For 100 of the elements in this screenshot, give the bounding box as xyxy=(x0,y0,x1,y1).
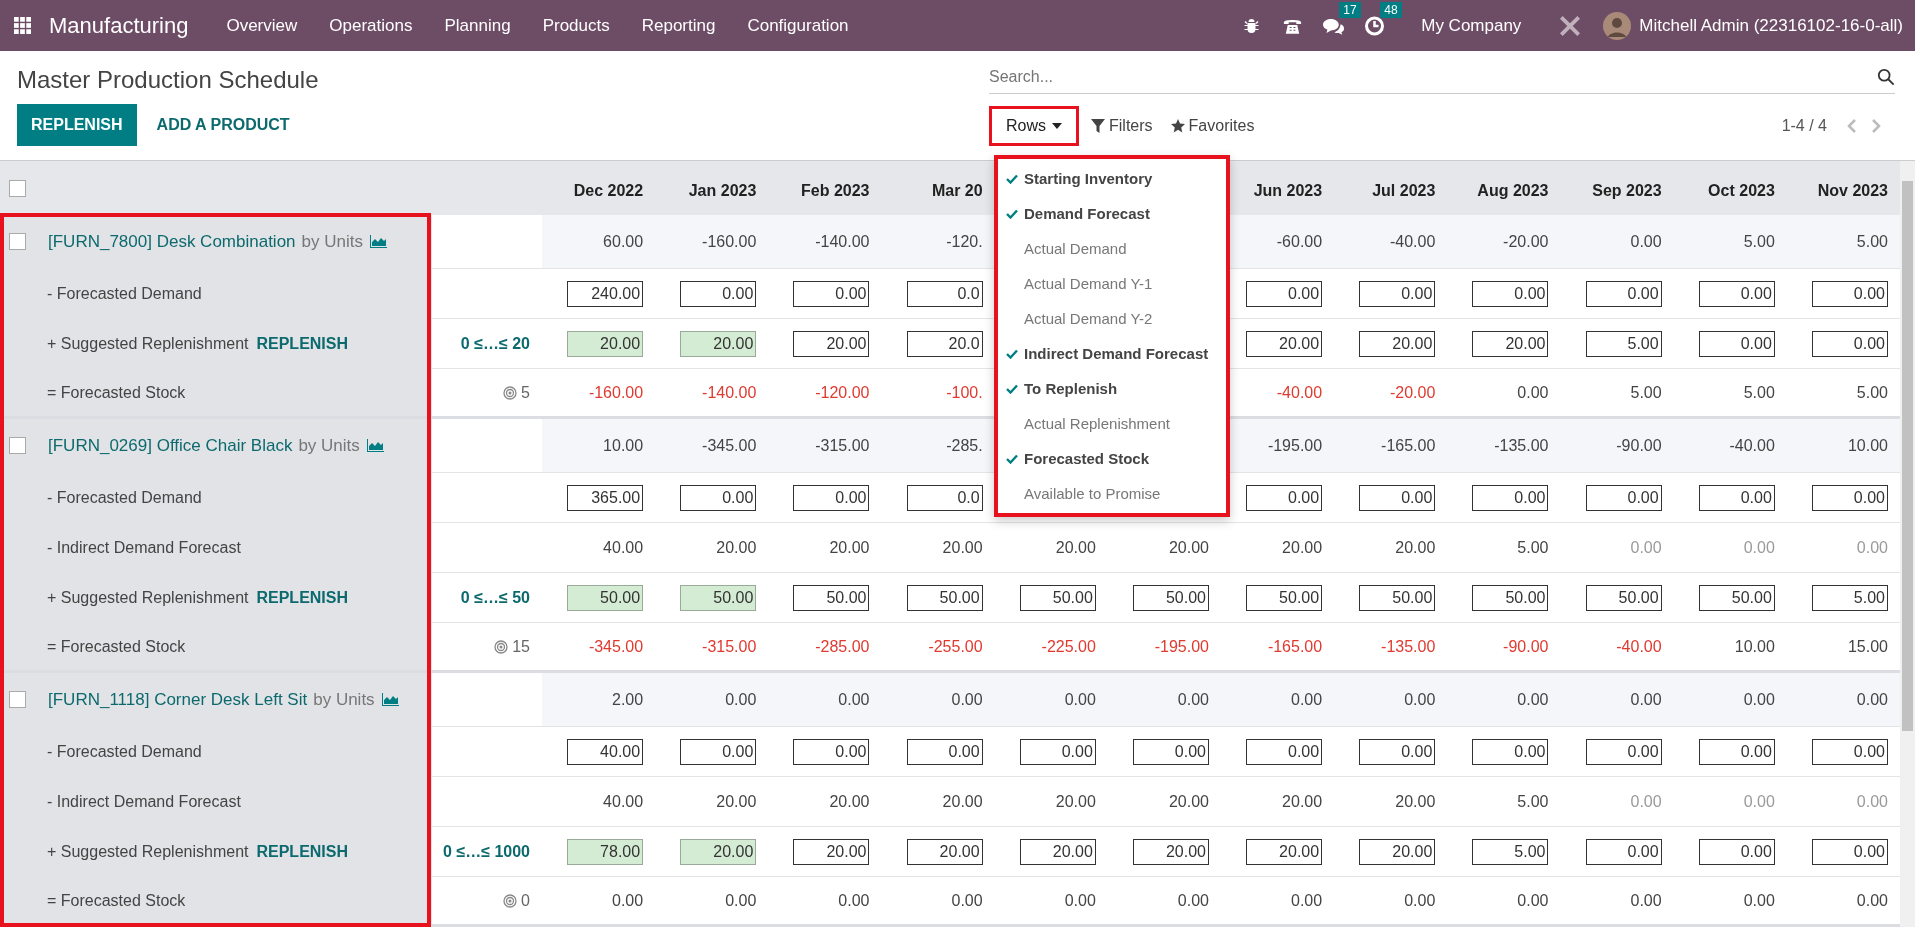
quantity-field[interactable]: 0.00 xyxy=(1133,738,1209,765)
min-max-range[interactable]: 0 ≤…≤ 50 xyxy=(460,588,530,607)
avatar[interactable] xyxy=(1603,11,1632,40)
apps-menu-icon[interactable] xyxy=(14,17,31,34)
user-menu[interactable]: Mitchell Admin (22316102-16-0-all) xyxy=(1639,15,1903,36)
quantity-field[interactable]: 5.00 xyxy=(1812,584,1888,611)
quantity-field[interactable]: 50.00 xyxy=(1585,584,1662,611)
quantity-field[interactable]: 20.00 xyxy=(1133,838,1209,865)
quantity-field[interactable]: 0.00 xyxy=(680,484,757,511)
row-checkbox[interactable] xyxy=(9,437,26,454)
quantity-field[interactable]: 20.00 xyxy=(1359,330,1436,357)
area-chart-icon[interactable] xyxy=(369,234,387,249)
quantity-field[interactable]: 0.0 xyxy=(906,280,983,307)
filters-button[interactable]: Filters xyxy=(1085,116,1159,136)
quantity-field[interactable]: 40.00 xyxy=(567,738,644,765)
quantity-field[interactable]: 50.00 xyxy=(1246,584,1323,611)
nav-menu-item[interactable]: Products xyxy=(542,15,610,36)
quantity-field[interactable]: 0.00 xyxy=(1585,838,1662,865)
quantity-field[interactable]: 0.0 xyxy=(906,484,983,511)
quantity-field[interactable]: 20.00 xyxy=(793,838,870,865)
quantity-field[interactable]: 50.00 xyxy=(1133,584,1209,611)
quantity-field[interactable]: 0.00 xyxy=(793,484,870,511)
quantity-field[interactable]: 0.00 xyxy=(906,738,983,765)
quantity-field[interactable]: 20.00 xyxy=(1246,330,1323,357)
row-checkbox[interactable] xyxy=(9,233,26,250)
quantity-field[interactable]: 0.00 xyxy=(680,280,757,307)
quantity-field[interactable]: 240.00 xyxy=(567,280,644,307)
replenish-link[interactable]: REPLENISH xyxy=(256,334,349,353)
quantity-field[interactable]: 0.00 xyxy=(1698,484,1775,511)
quantity-field[interactable]: 0.00 xyxy=(1472,738,1549,765)
suggested-quantity-field[interactable]: 50.00 xyxy=(680,584,757,611)
favorites-button[interactable]: Favorites xyxy=(1164,116,1261,136)
quantity-field[interactable]: 0.00 xyxy=(1698,838,1775,865)
quantity-field[interactable]: 0.00 xyxy=(1472,484,1549,511)
min-max-range[interactable]: 0 ≤…≤ 1000 xyxy=(443,842,530,861)
quantity-field[interactable]: 0.00 xyxy=(1812,280,1888,307)
area-chart-icon[interactable] xyxy=(365,438,384,453)
nav-menu-item[interactable]: Reporting xyxy=(641,15,716,36)
next-icon[interactable] xyxy=(1871,118,1881,134)
menu-item[interactable]: Starting Inventory xyxy=(998,161,1226,196)
quantity-field[interactable]: 0.00 xyxy=(1246,280,1323,307)
quantity-field[interactable]: 0.00 xyxy=(1246,738,1323,765)
quantity-field[interactable]: 0.00 xyxy=(1585,280,1662,307)
quantity-field[interactable]: 50.00 xyxy=(1698,584,1775,611)
product-link[interactable]: [FURN_7800] Desk Combination xyxy=(48,231,296,252)
quantity-field[interactable]: 0.00 xyxy=(793,738,870,765)
nav-menu-item[interactable]: Operations xyxy=(329,15,413,36)
min-max-range[interactable]: 0 ≤…≤ 20 xyxy=(460,334,530,353)
quantity-field[interactable]: 0.00 xyxy=(1359,280,1436,307)
suggested-quantity-field[interactable]: 20.00 xyxy=(680,838,757,865)
quantity-field[interactable]: 50.00 xyxy=(906,584,983,611)
rows-button[interactable]: Rows xyxy=(989,106,1079,146)
suggested-quantity-field[interactable]: 50.00 xyxy=(567,584,644,611)
previous-icon[interactable] xyxy=(1847,118,1857,134)
nav-menu-item[interactable]: Configuration xyxy=(747,15,849,36)
quantity-field[interactable]: 0.00 xyxy=(1698,280,1775,307)
quantity-field[interactable]: 0.00 xyxy=(680,738,757,765)
company-switcher[interactable]: My Company xyxy=(1421,15,1522,36)
quantity-field[interactable]: 20.00 xyxy=(1246,838,1323,865)
quantity-field[interactable]: 20.00 xyxy=(1019,838,1096,865)
quantity-field[interactable]: 0.00 xyxy=(1472,280,1549,307)
quantity-field[interactable]: 5.00 xyxy=(1585,330,1662,357)
quantity-field[interactable]: 0.00 xyxy=(1698,330,1775,357)
quantity-field[interactable]: 0.00 xyxy=(1698,738,1775,765)
menu-item[interactable]: Available to Promise xyxy=(998,476,1226,511)
search-icon[interactable] xyxy=(1877,68,1895,86)
quantity-field[interactable]: 0.00 xyxy=(1019,738,1096,765)
product-link[interactable]: [FURN_1118] Corner Desk Left Sit xyxy=(48,689,308,710)
quantity-field[interactable]: 0.00 xyxy=(1585,484,1662,511)
quantity-field[interactable]: 20.0 xyxy=(906,330,983,357)
nav-menu-item[interactable]: Planning xyxy=(444,15,511,36)
menu-item[interactable]: Demand Forecast xyxy=(998,196,1226,231)
nav-menu-item[interactable]: Overview xyxy=(226,15,298,36)
area-chart-icon[interactable] xyxy=(380,692,399,707)
menu-item[interactable]: Actual Demand xyxy=(998,231,1226,266)
quantity-field[interactable]: 0.00 xyxy=(793,280,870,307)
suggested-quantity-field[interactable]: 20.00 xyxy=(567,330,644,357)
quantity-field[interactable]: 0.00 xyxy=(1359,484,1436,511)
app-name[interactable]: Manufacturing xyxy=(49,12,189,39)
quantity-field[interactable]: 0.00 xyxy=(1812,738,1888,765)
suggested-quantity-field[interactable]: 78.00 xyxy=(567,838,644,865)
menu-item[interactable]: Actual Replenishment xyxy=(998,406,1226,441)
menu-item[interactable]: Forecasted Stock xyxy=(998,441,1226,476)
row-checkbox[interactable] xyxy=(9,691,26,708)
quantity-field[interactable]: 0.00 xyxy=(1246,484,1323,511)
suggested-quantity-field[interactable]: 20.00 xyxy=(680,330,757,357)
quantity-field[interactable]: 365.00 xyxy=(567,484,644,511)
quantity-field[interactable]: 0.00 xyxy=(1359,738,1436,765)
quantity-field[interactable]: 50.00 xyxy=(1019,584,1096,611)
quantity-field[interactable]: 20.00 xyxy=(906,838,983,865)
quantity-field[interactable]: 20.00 xyxy=(1472,330,1549,357)
product-link[interactable]: [FURN_0269] Office Chair Black xyxy=(48,435,293,456)
quantity-field[interactable]: 50.00 xyxy=(1359,584,1436,611)
quantity-field[interactable]: 0.00 xyxy=(1812,330,1888,357)
quantity-field[interactable]: 50.00 xyxy=(793,584,870,611)
pager-value[interactable]: 1-4 / 4 xyxy=(1781,117,1827,135)
menu-item[interactable]: Actual Demand Y-1 xyxy=(998,266,1226,301)
clock-icon[interactable] xyxy=(1364,15,1386,36)
quantity-field[interactable]: 0.00 xyxy=(1812,838,1888,865)
quantity-field[interactable]: 0.00 xyxy=(1585,738,1662,765)
